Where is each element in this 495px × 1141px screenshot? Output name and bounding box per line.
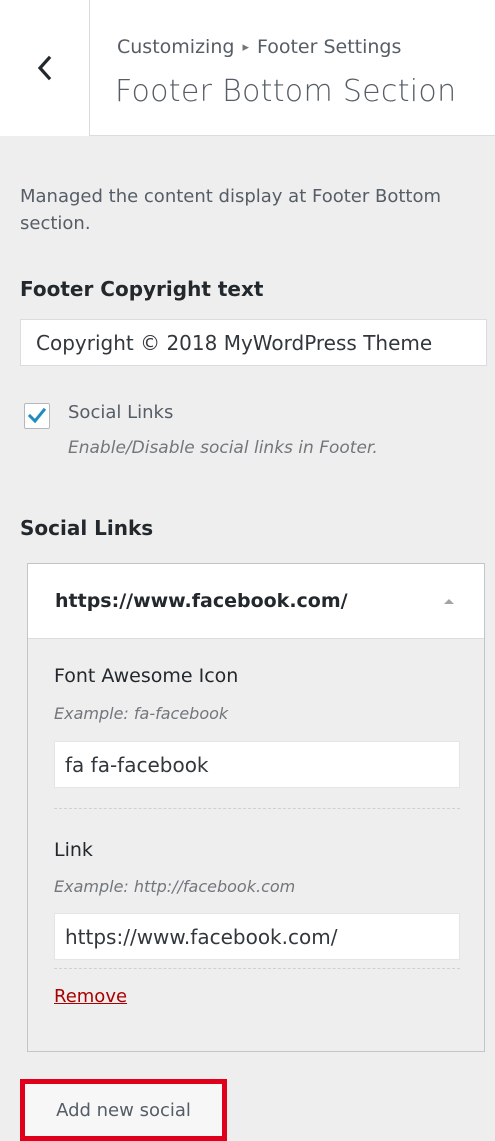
breadcrumb: Customizing ▸ Footer Settings bbox=[117, 36, 401, 58]
icon-field-label: Font Awesome Icon bbox=[54, 665, 239, 687]
icon-field-description: Example: fa-facebook bbox=[54, 704, 229, 723]
page-title: Footer Bottom Section bbox=[115, 74, 457, 109]
social-links-checkbox-label: Social Links bbox=[68, 402, 174, 423]
link-field-label: Link bbox=[54, 839, 93, 861]
add-new-social-button[interactable]: Add new social bbox=[20, 1079, 227, 1141]
social-link-repeater-item: https://www.facebook.com/ Font Awesome I… bbox=[27, 563, 485, 1052]
social-links-checkbox[interactable] bbox=[24, 403, 50, 429]
field-divider bbox=[54, 808, 460, 809]
breadcrumb-separator-icon: ▸ bbox=[242, 40, 249, 55]
icon-input-value: fa fa-facebook bbox=[65, 752, 209, 777]
remove-link[interactable]: Remove bbox=[54, 986, 127, 1007]
back-button[interactable] bbox=[0, 0, 90, 136]
breadcrumb-current: Footer Settings bbox=[256, 36, 402, 58]
add-new-social-label: Add new social bbox=[56, 1099, 191, 1121]
link-field-description: Example: http://facebook.com bbox=[54, 877, 296, 896]
link-input-value: https://www.facebook.com/ bbox=[65, 924, 338, 949]
chevron-left-icon bbox=[37, 55, 51, 81]
checkmark-icon bbox=[27, 407, 47, 424]
field-divider bbox=[54, 968, 460, 969]
copyright-input[interactable]: Copyright © 2018 MyWordPress Theme bbox=[20, 319, 487, 366]
breadcrumb-parent: Customizing bbox=[117, 36, 235, 58]
copyright-input-value: Copyright © 2018 MyWordPress Theme bbox=[36, 330, 433, 355]
triangle-up-icon[interactable] bbox=[442, 596, 456, 606]
copyright-label: Footer Copyright text bbox=[20, 277, 264, 301]
icon-input[interactable]: fa fa-facebook bbox=[54, 741, 460, 788]
repeater-item-header[interactable]: https://www.facebook.com/ bbox=[28, 564, 484, 639]
customizer-header: Customizing ▸ Footer Settings Footer Botto… bbox=[0, 0, 495, 136]
repeater-item-title: https://www.facebook.com/ bbox=[55, 590, 348, 612]
social-links-heading: Social Links bbox=[20, 516, 154, 540]
section-description: Managed the content display at Footer Bo… bbox=[20, 186, 442, 234]
social-links-checkbox-description: Enable/Disable social links in Footer. bbox=[68, 438, 378, 458]
link-input[interactable]: https://www.facebook.com/ bbox=[54, 913, 460, 960]
